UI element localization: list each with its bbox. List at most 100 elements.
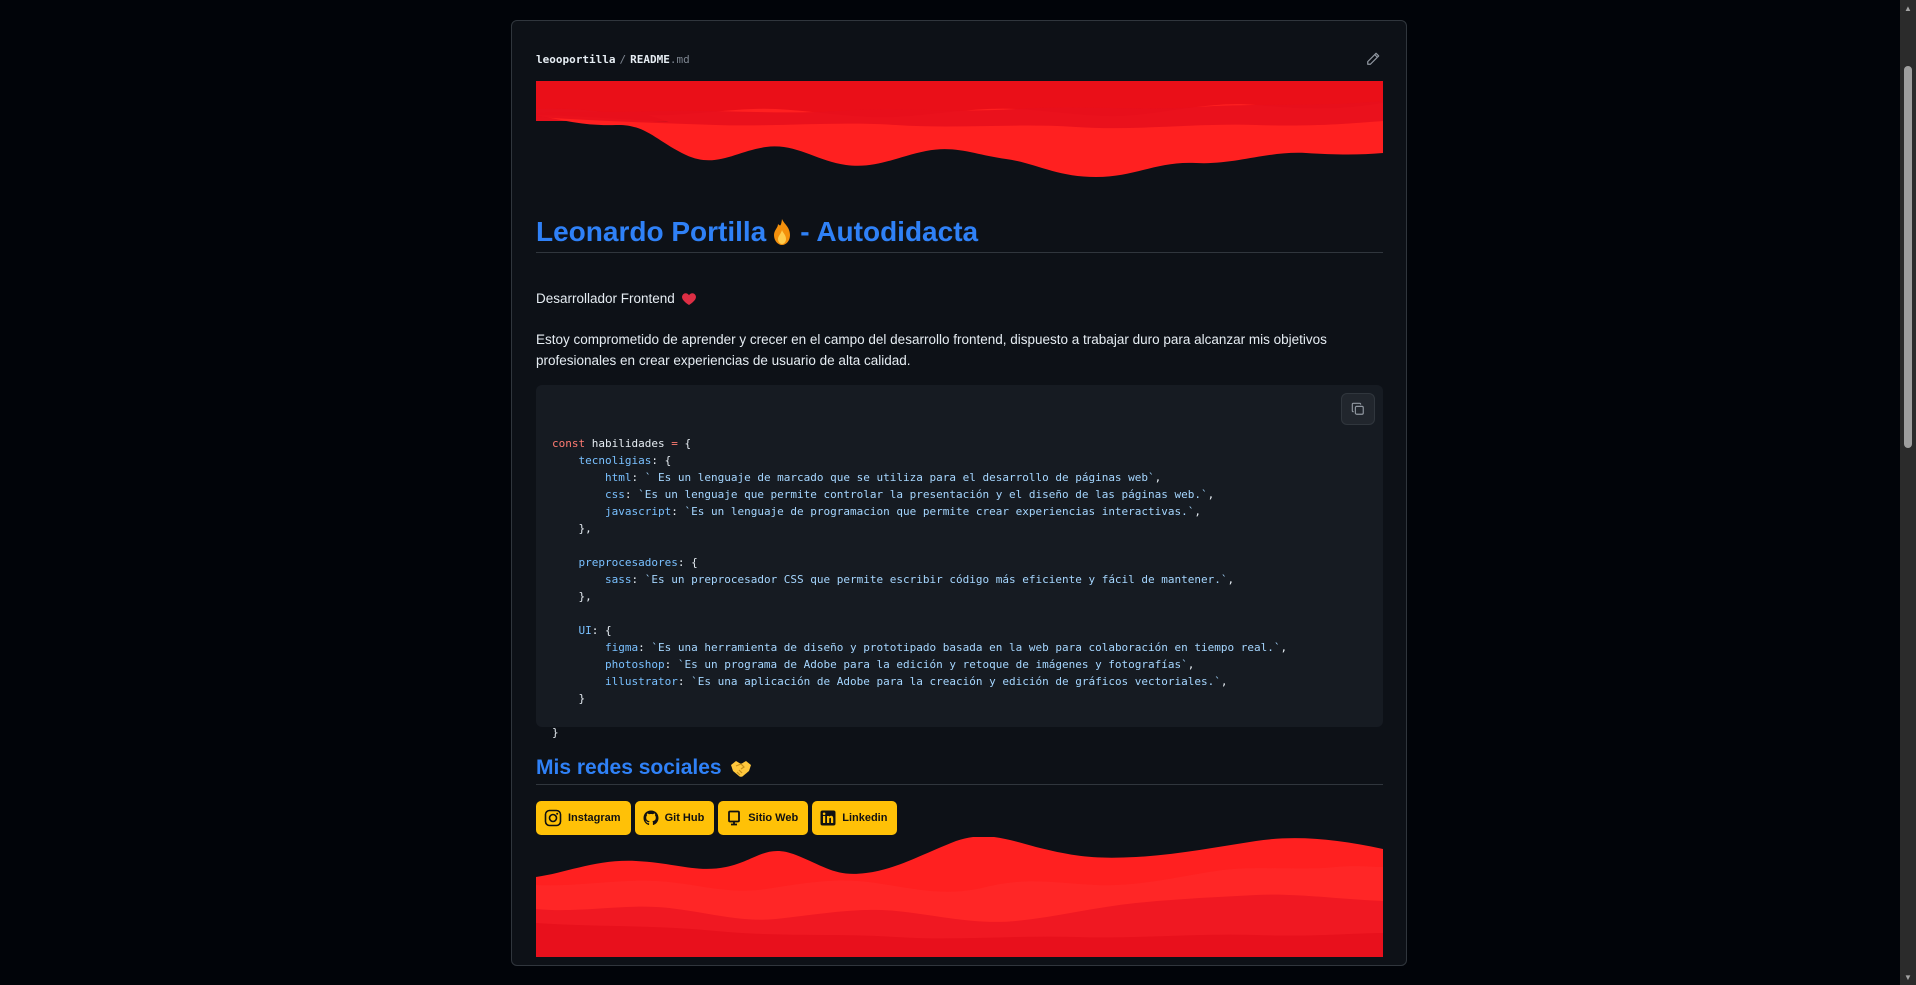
code-token: {	[684, 437, 692, 450]
code-line: figma: `Es una herramienta de diseño y p…	[552, 639, 1367, 656]
code-line: },	[552, 520, 1367, 537]
code-token: `Es una herramienta de diseño y prototip…	[651, 641, 1281, 654]
code-token: `Es un preprocesador CSS que permite esc…	[644, 573, 1228, 586]
code-token: UI	[578, 624, 592, 637]
footer-wave-banner	[536, 837, 1383, 957]
social-heading-text: Mis redes sociales	[536, 755, 722, 779]
code-token: : {	[651, 454, 672, 467]
linkedin-badge[interactable]: Linkedin	[812, 801, 898, 835]
code-token: ,	[1154, 471, 1162, 484]
scrollbar-thumb[interactable]	[1904, 66, 1912, 448]
code-token: html	[604, 471, 632, 484]
code-line: const habilidades = {	[552, 435, 1367, 452]
code-token: },	[552, 522, 592, 535]
github-badge-label: Git Hub	[664, 812, 705, 824]
code-token: javascript	[604, 505, 672, 518]
subtitle-text: Desarrollador Frontend	[536, 291, 675, 306]
linkedin-icon	[820, 810, 836, 826]
website-badge[interactable]: Sitio Web	[718, 801, 809, 835]
code-line: illustrator: `Es una aplicación de Adobe…	[552, 673, 1367, 690]
linkedin-badge-label: Linkedin	[842, 812, 888, 824]
code-line: preprocesadores: {	[552, 554, 1367, 571]
code-token: habilidades	[591, 437, 672, 450]
code-token: css	[604, 488, 625, 501]
heart-icon	[681, 292, 696, 305]
code-token: :	[638, 641, 652, 654]
title-name: Leonardo Portilla	[536, 215, 767, 247]
code-token: },	[552, 590, 592, 603]
code-token: :	[624, 488, 639, 501]
code-token: ,	[1194, 505, 1202, 518]
github-icon	[643, 810, 659, 826]
social-heading: Mis redes sociales	[536, 751, 1383, 785]
code-token: }	[552, 692, 586, 705]
code-token: :	[677, 675, 692, 688]
code-token: `Es un lenguaje que permite controlar la…	[638, 488, 1208, 501]
pencil-icon	[1367, 52, 1380, 65]
scroll-down-arrow-icon[interactable]: ▼	[1900, 969, 1916, 985]
file-path-header: leooportilla / README .md	[536, 49, 1383, 69]
code-token: figma	[604, 641, 639, 654]
code-token: ,	[1220, 675, 1228, 688]
code-token: :	[664, 658, 678, 671]
code-line: tecnoligias: {	[552, 452, 1367, 469]
code-token: :	[631, 573, 645, 586]
instagram-badge[interactable]: Instagram	[536, 801, 631, 835]
instagram-badge-label: Instagram	[568, 812, 621, 824]
file-name: README	[630, 52, 670, 66]
code-line: html: ` Es un lenguaje de marcado que se…	[552, 469, 1367, 486]
code-block: const habilidades = { tecnoligias: { htm…	[536, 385, 1383, 739]
readme-card: leooportilla / README .md Leonardo Porti…	[511, 20, 1407, 966]
code-line: photoshop: `Es un programa de Adobe para…	[552, 656, 1367, 673]
code-token: : {	[677, 556, 698, 569]
code-token: illustrator	[604, 675, 678, 688]
code-token: ,	[1227, 573, 1235, 586]
copy-icon	[1351, 402, 1364, 415]
code-token: `Es una aplicación de Adobe para la crea…	[691, 675, 1221, 688]
code-token: ,	[1280, 641, 1288, 654]
code-line: sass: `Es un preprocesador CSS que permi…	[552, 571, 1367, 588]
code-line: UI: {	[552, 622, 1367, 639]
header-wave-banner	[536, 81, 1383, 177]
code-token: : {	[591, 624, 612, 637]
code-token: :	[671, 505, 685, 518]
code-line: css: `Es un lenguaje que permite control…	[552, 486, 1367, 503]
copy-button[interactable]	[1341, 393, 1375, 425]
github-badge[interactable]: Git Hub	[634, 801, 715, 835]
code-line: }	[552, 690, 1367, 707]
page-scrollbar[interactable]: ▲ ▼	[1900, 0, 1916, 985]
code-content: const habilidades = { tecnoligias: { htm…	[552, 435, 1367, 741]
description-paragraph: Estoy comprometido de aprender y crecer …	[536, 332, 1327, 368]
file-extension: .md	[669, 52, 690, 66]
code-token: }	[552, 726, 559, 739]
code-token: const	[552, 437, 592, 450]
fire-icon	[774, 218, 791, 245]
code-token: `Es un programa de Adobe para la edición…	[677, 658, 1188, 671]
code-token: ` Es un lenguaje de marcado que se utili…	[644, 471, 1155, 484]
instagram-icon	[544, 809, 562, 827]
website-icon	[728, 810, 741, 826]
title-suffix: - Autodidacta	[800, 215, 979, 247]
path-separator: /	[619, 52, 627, 66]
code-line: },	[552, 588, 1367, 605]
code-token: preprocesadores	[578, 556, 678, 569]
handshake-icon	[730, 760, 751, 777]
repo-owner-link[interactable]: leooportilla	[536, 53, 615, 66]
code-token: sass	[604, 573, 632, 586]
subtitle: Desarrollador Frontend	[536, 291, 697, 306]
scroll-up-arrow-icon[interactable]: ▲	[1900, 0, 1916, 16]
edit-file-button[interactable]	[1363, 49, 1383, 69]
code-token: =	[671, 437, 685, 450]
code-token: ,	[1187, 658, 1195, 671]
